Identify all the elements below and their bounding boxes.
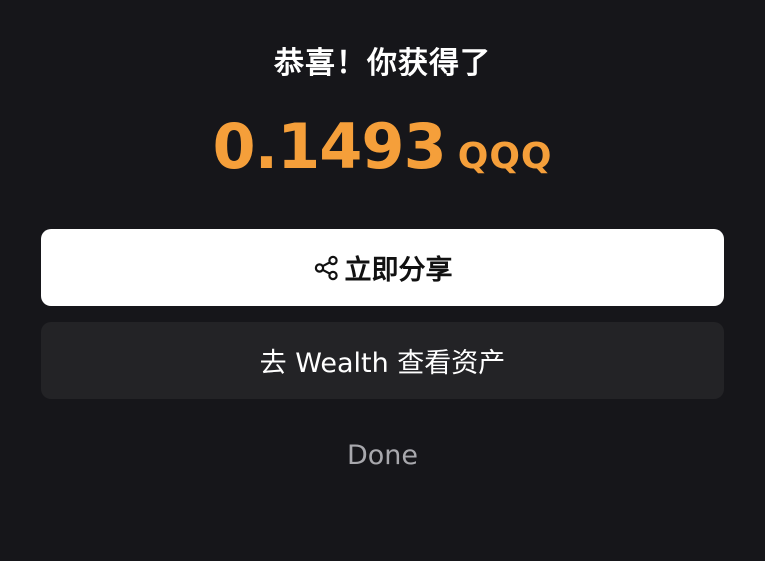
reward-amount: 0.1493 QQQ bbox=[0, 112, 765, 192]
view-wealth-assets-label: 去 Wealth 查看资产 bbox=[259, 348, 506, 379]
view-wealth-assets-button[interactable]: 去 Wealth 查看资产 bbox=[41, 322, 724, 399]
done-button[interactable]: Done bbox=[300, 430, 465, 480]
done-button-label: Done bbox=[346, 439, 419, 471]
reward-amount-value: 0.1493 bbox=[212, 110, 446, 183]
congrats-title: 恭喜！你获得了 bbox=[274, 46, 491, 81]
reward-dialog: 恭喜！你获得了 0.1493 QQQ 立即分享 去 Wealth 查看资产 Don… bbox=[0, 0, 765, 561]
reward-amount-unit: QQQ bbox=[457, 136, 553, 177]
share-icon bbox=[313, 254, 341, 282]
share-button[interactable]: 立即分享 bbox=[41, 229, 724, 306]
share-button-label: 立即分享 bbox=[344, 255, 453, 286]
